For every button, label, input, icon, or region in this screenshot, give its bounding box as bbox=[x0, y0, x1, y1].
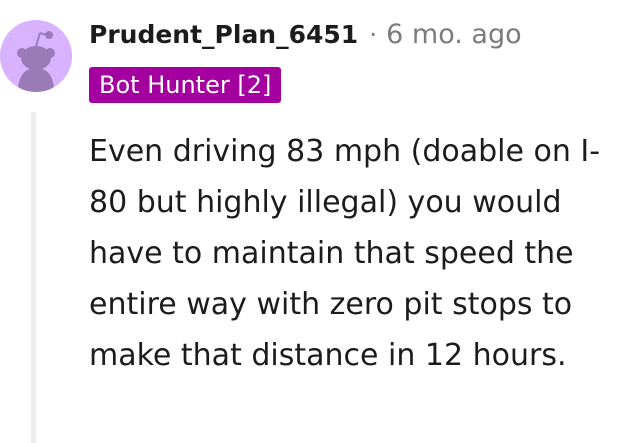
timestamp-link[interactable]: 6 mo. ago bbox=[386, 19, 521, 50]
comment-header: Prudent_Plan_6451 · 6 mo. ago bbox=[89, 14, 522, 54]
avatar[interactable] bbox=[0, 20, 72, 92]
comment-body: Even driving 83 mph (doable on I-80 but … bbox=[89, 134, 601, 373]
meta-separator: · bbox=[369, 19, 378, 49]
username-link[interactable]: Prudent_Plan_6451 bbox=[89, 20, 358, 49]
comment: Prudent_Plan_6451 · 6 mo. ago Bot Hunter… bbox=[0, 0, 636, 443]
user-flair: Bot Hunter [2] bbox=[89, 67, 282, 103]
thread-collapse-line[interactable] bbox=[31, 112, 36, 443]
snoo-avatar-icon bbox=[0, 20, 72, 92]
